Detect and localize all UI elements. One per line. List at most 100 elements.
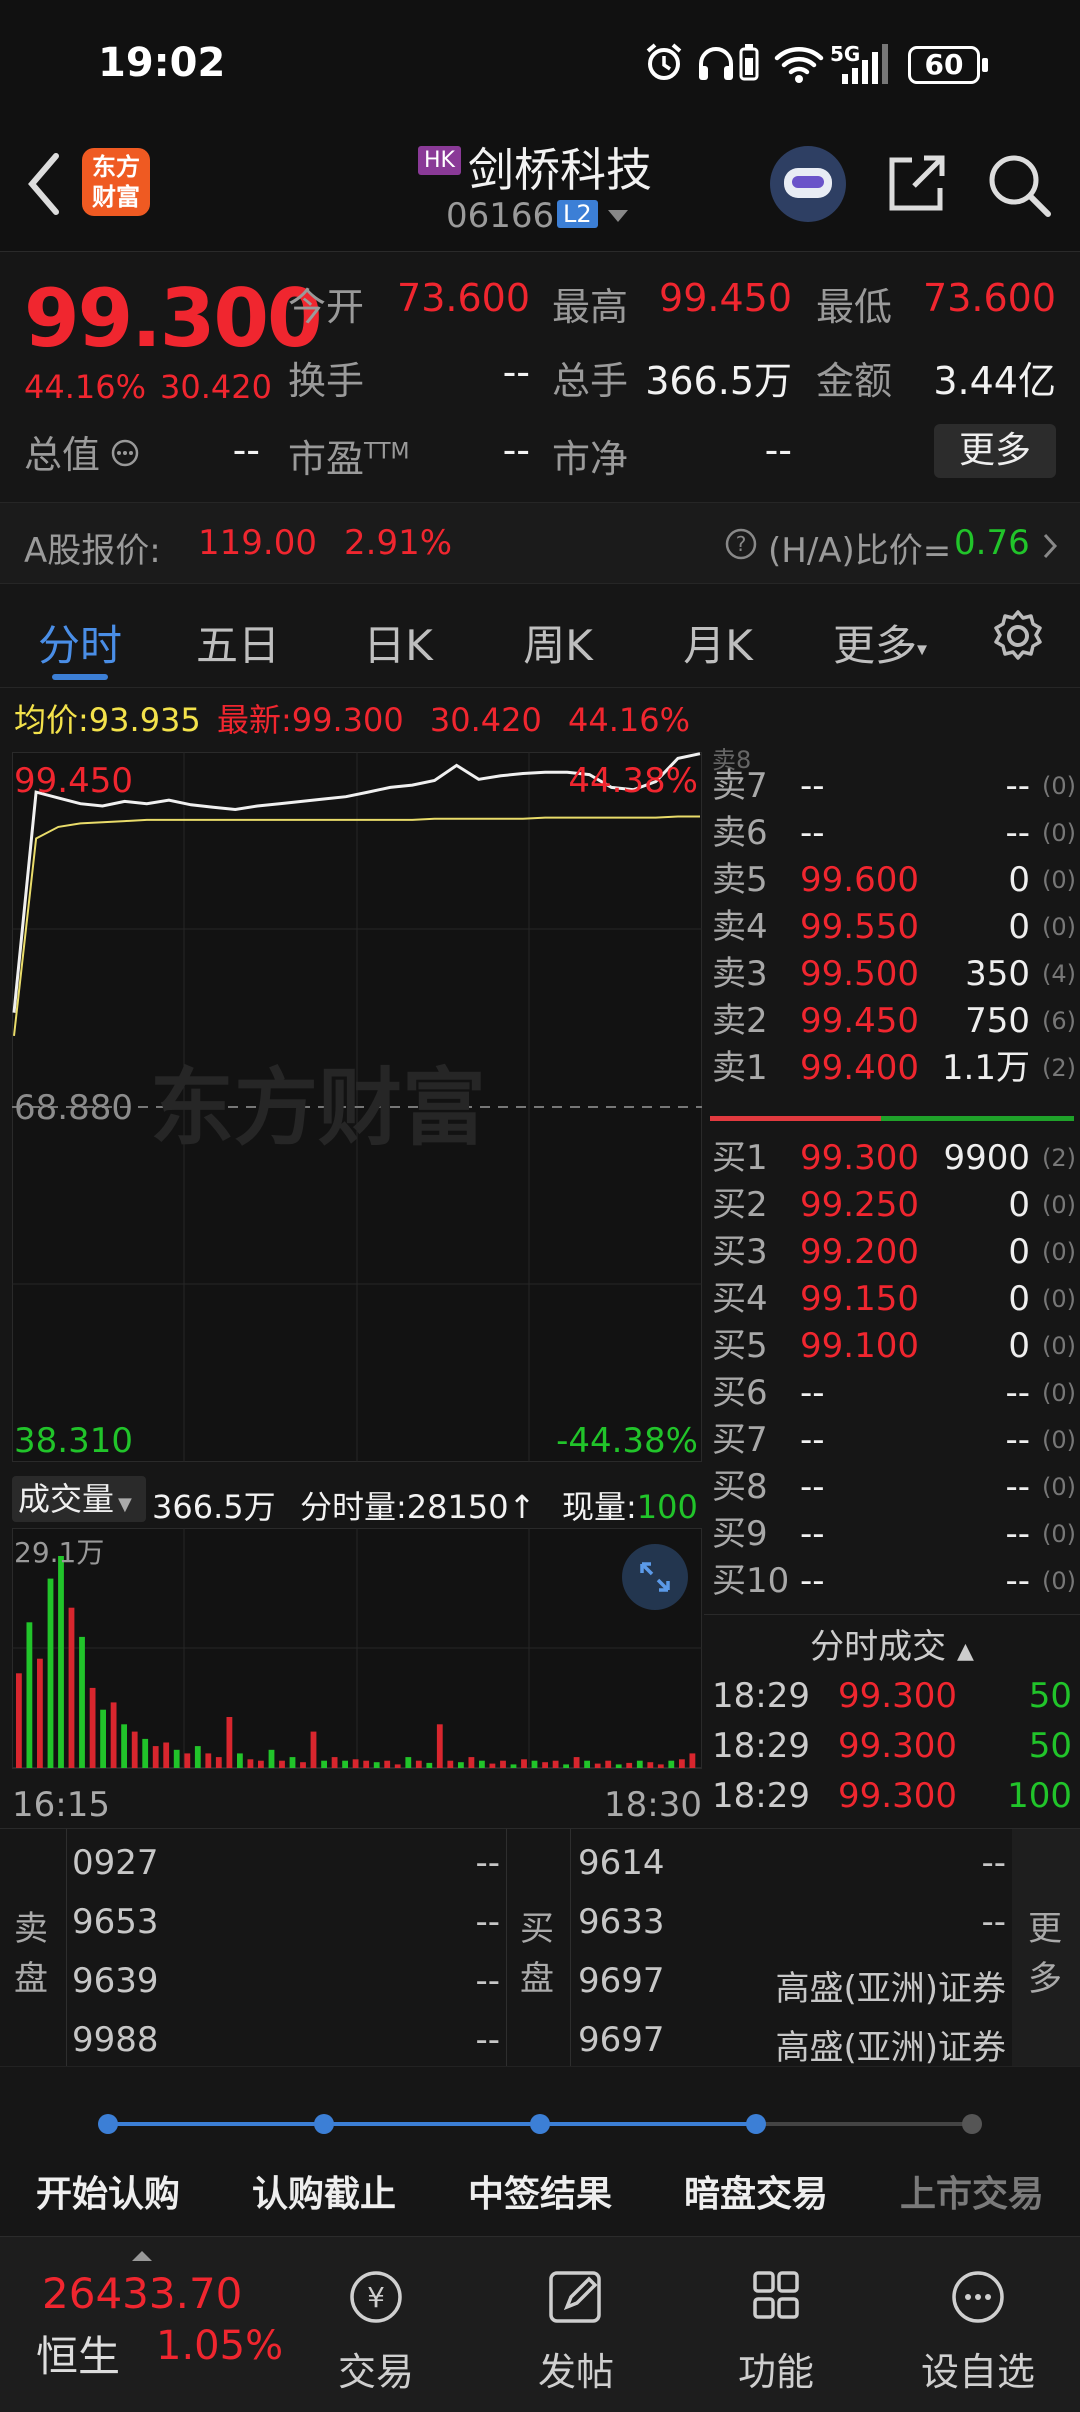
bid-row[interactable]: 买9 -- -- (0) [704,1510,1080,1558]
ask-row[interactable]: 卖3 99.500 350 (4) [704,950,1080,998]
ask-row[interactable]: 卖7 -- -- (0) [704,762,1080,810]
buy-side-label-2: 盘 [520,1959,554,1999]
ask-row[interactable]: 卖5 99.600 0 (0) [704,856,1080,904]
volume-bar [594,1763,601,1768]
timeline-dot [962,2114,982,2134]
tick-trades-title[interactable]: 分时成交 ▲ [704,1619,1080,1668]
search-icon[interactable] [986,152,1052,218]
alarm-icon [646,43,682,80]
app-logo[interactable]: 东方 财富 [82,148,150,216]
volume-bar [68,1607,75,1768]
info-icon[interactable] [110,438,140,468]
volume-indicator-label: 成交量 [18,1480,115,1518]
ask-volume: -- [1005,766,1030,806]
ipo-step-label[interactable]: 中签结果 [430,2165,650,2217]
ask-volume: 1.1万 [941,1048,1030,1088]
nav-functions[interactable]: 功能 [696,2267,856,2396]
turnover-rate-value: -- [502,350,530,394]
bid-row[interactable]: 买1 99.300 9900 (2) [704,1134,1080,1182]
volume-bar [16,1673,22,1768]
tab-daily-k[interactable]: 日K [338,612,458,673]
tab-more[interactable]: 更多▾ [820,612,940,673]
back-icon[interactable] [24,152,64,216]
volume-bar [89,1687,96,1768]
bid-level-label: 买3 [712,1232,768,1272]
ask-count: (6) [1042,1007,1076,1035]
apps-icon [753,2271,799,2319]
more-quote-button[interactable]: 更多 [934,424,1056,478]
chevron-right-icon[interactable] [1040,531,1060,561]
volume-bar [668,1760,675,1768]
bid-row[interactable]: 买4 99.150 0 (0) [704,1275,1080,1323]
bid-row[interactable]: 买2 99.250 0 (0) [704,1181,1080,1229]
ipo-step-label[interactable]: 暗盘交易 [646,2165,866,2217]
volume-bar [258,1760,264,1768]
tab-monthly-k[interactable]: 月K [658,612,778,673]
expand-chart-button[interactable] [622,1544,688,1610]
volume-chart[interactable]: 29.1万 16:15 18:30 [11,1527,703,1828]
current-volume-label: 现量: [562,1488,637,1526]
bid-row[interactable]: 买6 -- -- (0) [704,1369,1080,1417]
tab-more-label: 更多 [832,621,917,670]
bid-volume: -- [1005,1420,1030,1460]
timeline-dot [530,2114,550,2134]
assistant-avatar[interactable] [770,146,846,222]
volume-bar [247,1759,254,1768]
ask-row[interactable]: 卖6 -- -- (0) [704,809,1080,857]
a-share-row[interactable]: A股报价: 119.00 2.91% ? (H/A)比价= 0.76 [0,502,1080,584]
pe-sup: TTM [364,439,410,465]
tab-weekly-k[interactable]: 周K [498,612,618,673]
ask-row[interactable]: 卖4 99.550 0 (0) [704,903,1080,951]
timeline-dot [746,2114,766,2134]
ipo-step-label[interactable]: 开始认购 [0,2165,218,2217]
tab-intraday[interactable]: 分时 [20,612,140,673]
bid-level-label: 买7 [712,1420,768,1460]
robot-visor [792,176,824,188]
pe-value: -- [502,428,530,472]
logo-line-1: 东方 [92,153,140,181]
nav-trade[interactable]: ¥ 交易 [296,2267,456,2396]
ipo-step-label[interactable]: 认购截止 [214,2165,434,2217]
index-name: 恒生 [36,2332,121,2381]
sell-broker-code: 9639 [72,1961,159,2001]
bid-row[interactable]: 买3 99.200 0 (0) [704,1228,1080,1276]
bid-row[interactable]: 买7 -- -- (0) [704,1416,1080,1464]
nav-add-watchlist[interactable]: 设自选 [898,2267,1058,2396]
ipo-step-label[interactable]: 上市交易 [862,2165,1080,2217]
volume-value: 366.5万 [645,359,792,403]
ask-row[interactable]: 卖2 99.450 750 (6) [704,997,1080,1045]
bid-count: (0) [1042,1332,1076,1360]
bid-level-label: 买2 [712,1185,768,1225]
ask-level-label: 卖1 [712,1048,768,1088]
ask-price: 99.400 [800,1048,919,1088]
order-book: 卖8 卖7 -- -- (0) 卖6 -- -- (0) 卖5 99.600 0 (… [704,746,1080,1614]
buy-side-label-1: 买 [520,1909,554,1949]
volume-bar [342,1760,348,1768]
volume-bar [226,1717,233,1768]
bid-volume: -- [1005,1561,1030,1601]
share-icon[interactable] [884,152,948,216]
stock-code[interactable]: 06166 [446,196,554,236]
ask-price: 99.450 [800,1001,919,1041]
nav-post[interactable]: 发帖 [496,2267,656,2396]
sell-broker-name: -- [475,1843,500,1883]
bid-level-label: 买8 [712,1467,768,1507]
help-icon[interactable]: ? [724,527,758,561]
tick-trades[interactable]: 分时成交 ▲ 18:29 99.300 50 18:29 99.300 50 18:… [704,1614,1080,1828]
tab-five-day[interactable]: 五日 [178,612,298,673]
more-brokers-button[interactable]: 更 多 [1012,1829,1080,2067]
index-ticker[interactable]: 26433.70 恒生 1.05% [14,2251,304,2401]
bid-row[interactable]: 买8 -- -- (0) [704,1463,1080,1511]
bid-row[interactable]: 买10 -- -- (0) [704,1557,1080,1605]
divider [570,1829,571,2067]
ask-count: (0) [1042,866,1076,894]
intraday-chart[interactable]: 东方财富 99.450 44.38% 68.880 38.310 -44.38% [11,751,703,1463]
bid-level-label: 买9 [712,1514,768,1554]
bid-row[interactable]: 买5 99.100 0 (0) [704,1322,1080,1370]
settings-gear-icon[interactable] [990,608,1046,664]
volume-indicator-select[interactable]: 成交量 ▼ [12,1476,146,1522]
code-dropdown-icon[interactable] [608,210,628,222]
divider [506,1829,507,2067]
ask-row[interactable]: 卖1 99.400 1.1万 (2) [704,1044,1080,1092]
timeline-remaining [758,2122,970,2126]
